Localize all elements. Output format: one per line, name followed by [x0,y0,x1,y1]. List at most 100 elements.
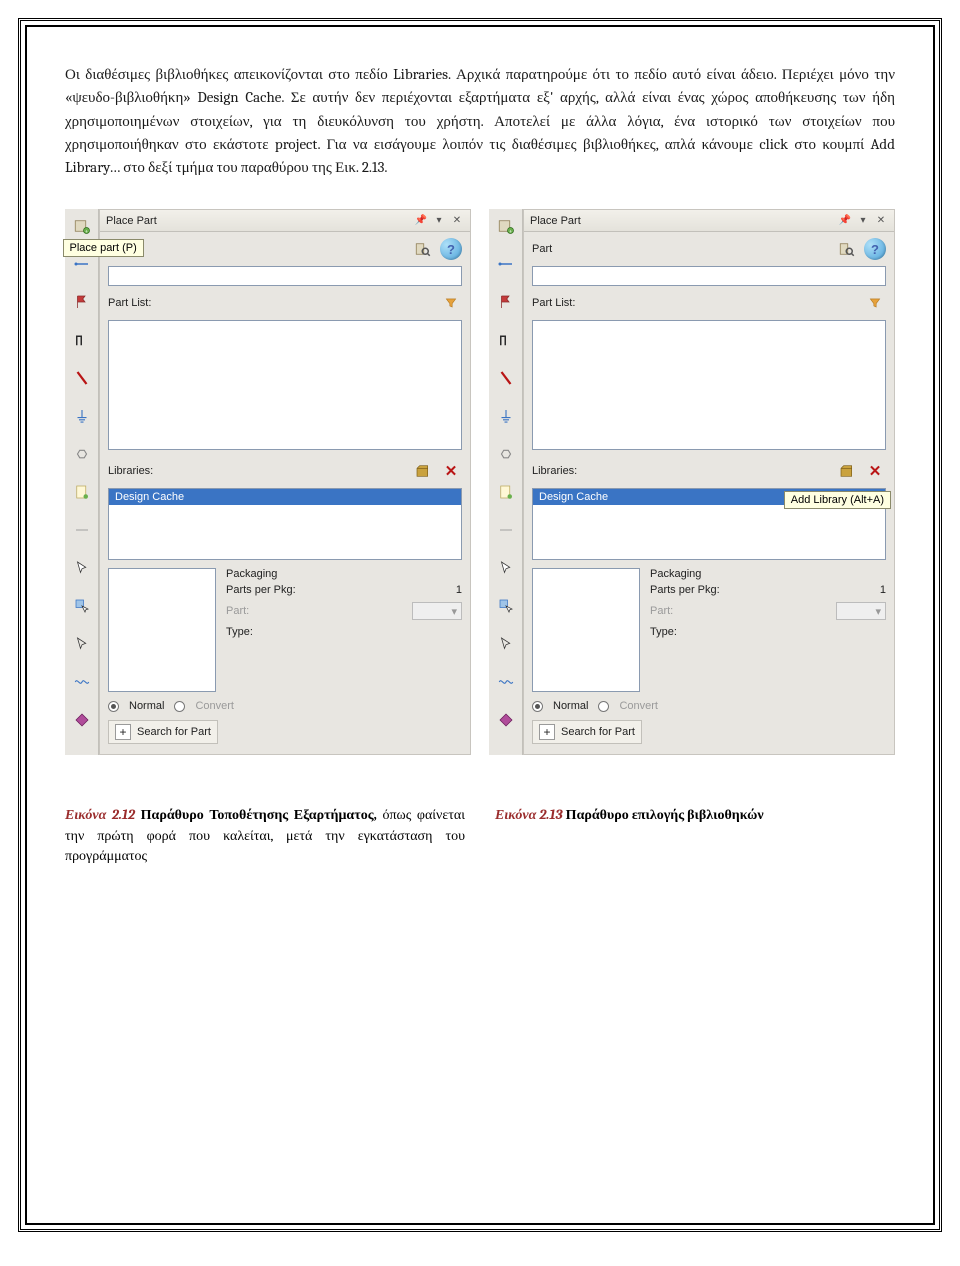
libraries-label: Libraries: [532,465,577,477]
hex-icon[interactable] [495,443,517,465]
part-list[interactable] [108,320,462,450]
caption-right-label: Εικόνα 2.13 [495,806,563,823]
page-icon[interactable] [495,481,517,503]
caption-left-title: Παράθυρο Τοποθέτησης Εξαρτήματος, [135,806,377,823]
search-for-part-button[interactable]: + Search for Part [532,720,642,744]
help-icon[interactable]: ? [440,238,462,260]
expand-icon[interactable]: + [115,724,131,740]
expand-icon[interactable]: + [539,724,555,740]
part-list[interactable] [532,320,886,450]
filter-icon[interactable] [864,292,886,314]
libraries-list[interactable]: Design Cache [108,488,462,560]
flag-icon[interactable] [495,291,517,313]
left-toolbar: + Place part (P) [65,209,99,755]
wave-icon[interactable] [495,671,517,693]
panel-title: Place Part [106,215,157,227]
place-part-panel-right: Place Part 📌 ▾ ✕ Part ? Part List: [523,209,895,755]
libraries-label: Libraries: [108,465,153,477]
body-paragraph: Οι διαθέσιμες βιβλιοθήκες απεικονίζονται… [65,63,895,179]
caption-left: Εικόνα 2.12 Παράθυρο Τοποθέτησης Εξαρτήμ… [65,805,465,866]
packaging-label: Packaging [650,568,886,580]
normal-radio[interactable] [108,701,119,712]
part-input[interactable] [532,266,886,286]
part-dropdown: ▾ [412,602,462,620]
search-for-part-label: Search for Part [137,726,211,738]
part-input[interactable] [108,266,462,286]
place-part-icon[interactable]: + Place part (P) [71,215,93,237]
remove-library-icon[interactable]: ✕ [440,460,462,482]
normal-label: Normal [129,700,164,712]
figures-row: + Place part (P) Place Part 📌 ▾ ✕ [65,209,895,755]
preview-box [532,568,640,692]
cursor2-icon[interactable] [71,633,93,655]
diamond-icon[interactable] [71,709,93,731]
search-library-icon[interactable] [836,238,858,260]
convert-radio [598,701,609,712]
cursor-icon[interactable] [71,557,93,579]
search-library-icon[interactable] [412,238,434,260]
ground-icon[interactable] [71,405,93,427]
page-icon[interactable] [71,481,93,503]
packaging-label: Packaging [226,568,462,580]
right-toolbar: + [489,209,523,755]
search-for-part-button[interactable]: + Search for Part [108,720,218,744]
pin-icon[interactable]: 📌 [838,214,852,228]
place-part-icon[interactable]: + [495,215,517,237]
cursor-icon[interactable] [495,557,517,579]
captions-row: Εικόνα 2.12 Παράθυρο Τοποθέτησης Εξαρτήμ… [65,805,895,866]
divider-icon [495,519,517,541]
partlist-label: Part List: [532,297,575,309]
caption-left-label: Εικόνα 2.12 [65,806,135,823]
hex-icon[interactable] [71,443,93,465]
place-part-panel-left: Place Part 📌 ▾ ✕ Part ? Part List: [99,209,471,755]
select-box-icon[interactable] [71,595,93,617]
normal-radio[interactable] [532,701,543,712]
close-icon[interactable]: ✕ [874,214,888,228]
net-alias-icon[interactable] [495,329,517,351]
svg-text:+: + [84,228,87,235]
dropdown-icon[interactable]: ▾ [856,214,870,228]
diamond-icon[interactable] [495,709,517,731]
parts-per-pkg-label: Parts per Pkg: [650,584,874,596]
pin-icon[interactable]: 📌 [414,214,428,228]
page-frame-inner: Οι διαθέσιμες βιβλιοθήκες απεικονίζονται… [25,25,935,1225]
bus-icon[interactable] [495,367,517,389]
caption-right: Εικόνα 2.13 Παράθυρο επιλογής βιβλιοθηκώ… [495,805,895,866]
flag-icon[interactable] [71,291,93,313]
wave-icon[interactable] [71,671,93,693]
parts-per-pkg-value: 1 [880,584,886,596]
part-dropdown-label: Part: [226,605,406,617]
bus-icon[interactable] [71,367,93,389]
part-dropdown: ▾ [836,602,886,620]
search-for-part-label: Search for Part [561,726,635,738]
figure-left: + Place part (P) Place Part 📌 ▾ ✕ [65,209,471,755]
part-dropdown-label: Part: [650,605,830,617]
ground-icon[interactable] [495,405,517,427]
caption-right-title: Παράθυρο επιλογής βιβλιοθηκών [563,806,764,823]
dropdown-icon[interactable]: ▾ [432,214,446,228]
add-library-icon[interactable] [412,460,434,482]
convert-radio [174,701,185,712]
page-frame-outer: Οι διαθέσιμες βιβλιοθήκες απεικονίζονται… [18,18,942,1232]
parts-per-pkg-label: Parts per Pkg: [226,584,450,596]
place-wire-icon[interactable] [495,253,517,275]
svg-text:+: + [508,228,511,235]
library-item-design-cache[interactable]: Design Cache [109,489,461,505]
close-icon[interactable]: ✕ [450,214,464,228]
type-label: Type: [226,626,462,638]
cursor2-icon[interactable] [495,633,517,655]
add-library-tooltip: Add Library (Alt+A) [784,491,891,509]
convert-label: Convert [619,700,658,712]
normal-label: Normal [553,700,588,712]
select-box-icon[interactable] [495,595,517,617]
part-label: Part [532,243,552,255]
remove-library-icon[interactable]: ✕ [864,460,886,482]
place-part-tooltip: Place part (P) [63,239,144,257]
add-library-icon[interactable] [836,460,858,482]
libraries-list[interactable]: Design Cache Add Library (Alt+A) [532,488,886,560]
partlist-label: Part List: [108,297,151,309]
net-alias-icon[interactable] [71,329,93,351]
help-icon[interactable]: ? [864,238,886,260]
panel-titlebar: Place Part 📌 ▾ ✕ [524,210,894,232]
filter-icon[interactable] [440,292,462,314]
